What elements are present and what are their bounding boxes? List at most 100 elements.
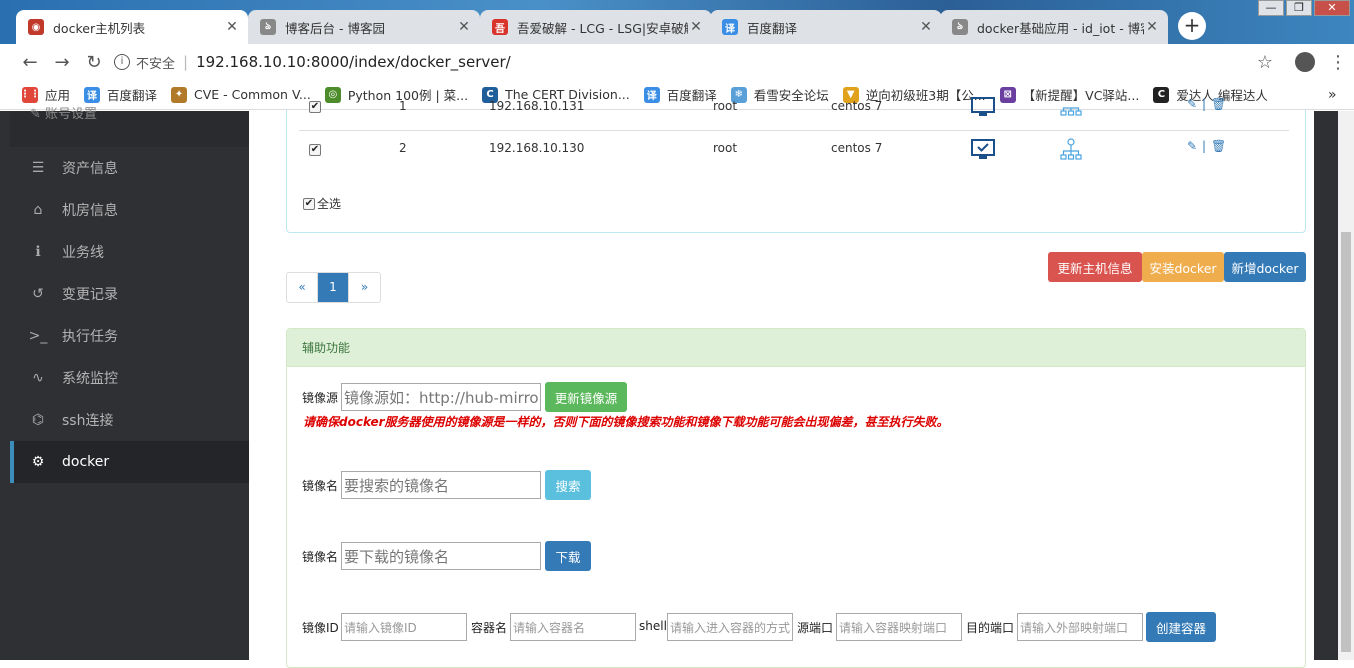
source-port-input[interactable]: 请输入容器映射端口: [836, 613, 962, 641]
bookmark-label: 应用: [45, 88, 71, 103]
bookmark-baidu-translate[interactable]: 译百度翻译: [84, 85, 157, 104]
security-label: 不安全: [136, 56, 176, 72]
pagination-page-1[interactable]: 1: [318, 273, 349, 302]
download-image-input[interactable]: 要下载的镜像名: [341, 542, 541, 570]
sidebar-item-change-log[interactable]: ↺ 变更记录: [10, 273, 249, 315]
sidebar-item-account-settings[interactable]: ✎ 账号设置: [10, 108, 249, 147]
close-window-button[interactable]: ✕: [1314, 0, 1350, 16]
monitor-icon[interactable]: [971, 139, 995, 164]
select-all-checkbox[interactable]: ✔: [303, 197, 315, 210]
sidebar-item-business-line[interactable]: ℹ 业务线: [10, 231, 249, 273]
dest-port-input[interactable]: 请输入外部映射端口: [1017, 613, 1143, 641]
close-icon[interactable]: ✕: [224, 19, 240, 35]
cluster-icon[interactable]: [1059, 137, 1083, 166]
sidebar-item-label: ssh连接: [62, 413, 114, 429]
bookmark-cve[interactable]: ✦ CVE - Common V...: [171, 86, 311, 103]
sidebar: ✎ 账号设置 ☰ 资产信息 ⌂ 机房信息 ℹ 业务线 ↺ 变更记录 >_ 执行任务 ∿ 系统…: [0, 108, 249, 660]
pagination-prev[interactable]: «: [287, 273, 318, 302]
close-icon[interactable]: ✕: [918, 19, 934, 35]
tab-docker-host-list[interactable]: ◉ docker主机列表 ✕: [16, 10, 248, 44]
host-ip: 192.168.10.130: [489, 141, 585, 155]
host-id: 1: [399, 99, 407, 113]
mirror-input[interactable]: 镜像源如：http://hub-mirror.c.163.com: [341, 383, 541, 411]
cogs-icon: ⚙: [31, 454, 45, 470]
row-checkbox[interactable]: ✔: [309, 101, 321, 113]
minimize-button[interactable]: —: [1258, 0, 1284, 16]
back-arrow-icon[interactable]: ←: [14, 52, 46, 73]
browser-toolbar: ← → ↻ i 不安全 | 192.168.10.10:8000/index/d…: [0, 44, 1354, 80]
tab-52pojie[interactable]: 吾 吾爱破解 - LCG - LSG|安卓破解 ✕: [480, 10, 712, 44]
sidebar-item-label: 业务线: [62, 245, 104, 261]
host-os: centos 7: [831, 99, 883, 113]
bookmark-label: 百度翻译: [107, 88, 158, 103]
host-id: 2: [399, 141, 407, 155]
sidebar-item-label: 机房信息: [62, 203, 118, 219]
update-hosts-button[interactable]: 更新主机信息: [1048, 252, 1142, 282]
tab-baidu-translate[interactable]: 译 百度翻译 ✕: [710, 10, 942, 44]
sidebar-item-monitor[interactable]: ∿ 系统监控: [10, 357, 249, 399]
update-mirror-button[interactable]: 更新镜像源: [545, 382, 627, 412]
table-row: ✔ 1 192.168.10.131 root centos 7 ✎ | 🗑: [299, 97, 1289, 137]
close-icon[interactable]: ✕: [456, 19, 472, 35]
tab-title: docker基础应用 - id_iot - 博客: [977, 20, 1144, 36]
pagination: « 1 »: [286, 272, 381, 303]
sidebar-item-ssh[interactable]: ⌬ ssh连接: [10, 399, 249, 441]
trash-icon[interactable]: 🗑: [1211, 139, 1226, 153]
profile-avatar-icon[interactable]: [1295, 52, 1315, 72]
sidebar-item-docker[interactable]: ⚙ docker: [10, 441, 249, 483]
reload-icon[interactable]: ↻: [78, 52, 110, 73]
tab-blog-admin[interactable]: ঌ 博客后台 - 博客园 ✕: [248, 10, 480, 44]
container-name-input[interactable]: 请输入容器名: [510, 613, 636, 641]
pagination-next[interactable]: »: [349, 273, 380, 302]
search-button[interactable]: 搜索: [545, 470, 591, 500]
tab-favicon-icon: ঌ: [260, 19, 276, 35]
download-button[interactable]: 下载: [545, 541, 591, 571]
tab-title: 博客后台 - 博客园: [285, 20, 385, 36]
image-id-input[interactable]: 请输入镜像ID: [341, 613, 467, 641]
shell-input[interactable]: 请输入进入容器的方式: [667, 613, 793, 641]
create-container-button[interactable]: 创建容器: [1146, 612, 1216, 642]
star-icon[interactable]: ☆: [1249, 52, 1281, 73]
host-user: root: [713, 99, 738, 113]
cluster-icon[interactable]: [1059, 97, 1083, 120]
close-icon[interactable]: ✕: [1144, 19, 1160, 35]
install-docker-button[interactable]: 安装docker: [1142, 252, 1224, 282]
new-tab-button[interactable]: +: [1178, 12, 1206, 40]
bookmark-label: CVE - Common V...: [194, 87, 311, 102]
info-icon[interactable]: i: [114, 54, 130, 70]
host-ip: 192.168.10.131: [489, 99, 585, 113]
edit-icon[interactable]: ✎: [1187, 97, 1197, 111]
tab-title: docker主机列表: [53, 20, 146, 36]
sidebar-item-run-task[interactable]: >_ 执行任务: [10, 315, 249, 357]
edit-icon[interactable]: ✎: [1187, 139, 1197, 153]
url-text[interactable]: 192.168.10.10:8000/index/docker_server/: [196, 53, 511, 71]
row-divider: [299, 130, 1289, 131]
add-docker-button[interactable]: 新增docker: [1224, 252, 1306, 282]
panel-title: 辅助功能: [287, 329, 1305, 367]
scrollbar-thumb[interactable]: [1341, 232, 1351, 652]
close-icon[interactable]: ✕: [688, 19, 704, 35]
sidebar-item-idc[interactable]: ⌂ 机房信息: [10, 189, 249, 231]
mirror-label: 镜像源: [302, 391, 339, 405]
host-user: root: [713, 141, 738, 155]
sidebar-item-label: docker: [62, 454, 110, 470]
row-checkbox[interactable]: ✔: [309, 144, 321, 156]
line-chart-icon: ∿: [32, 370, 44, 386]
monitor-icon[interactable]: [971, 97, 995, 120]
sidebar-item-label: 系统监控: [62, 371, 118, 387]
tab-docker-basics[interactable]: ঌ docker基础应用 - id_iot - 博客 ✕: [940, 10, 1168, 44]
tab-favicon-icon: ◉: [28, 19, 44, 35]
bookmarks-overflow-icon[interactable]: »: [1328, 87, 1337, 103]
sidebar-item-label: 资产信息: [62, 161, 118, 177]
maximize-button[interactable]: ❐: [1286, 0, 1312, 16]
sidebar-item-assets[interactable]: ☰ 资产信息: [10, 147, 249, 189]
menu-kebab-icon[interactable]: ⋮: [1322, 52, 1354, 73]
select-all[interactable]: ✔ 全选: [303, 195, 341, 212]
trash-icon[interactable]: 🗑: [1211, 97, 1226, 111]
divider: |: [183, 53, 189, 71]
bookmark-apps[interactable]: ⋮⋮ 应用: [20, 85, 71, 104]
address-bar[interactable]: i 不安全 | 192.168.10.10:8000/index/docker_…: [114, 53, 1334, 72]
forward-arrow-icon[interactable]: →: [46, 52, 78, 73]
search-image-input[interactable]: 要搜索的镜像名: [341, 471, 541, 499]
table-row: ✔ 2 192.168.10.130 root centos 7 ✎ | 🗑: [299, 138, 1289, 177]
